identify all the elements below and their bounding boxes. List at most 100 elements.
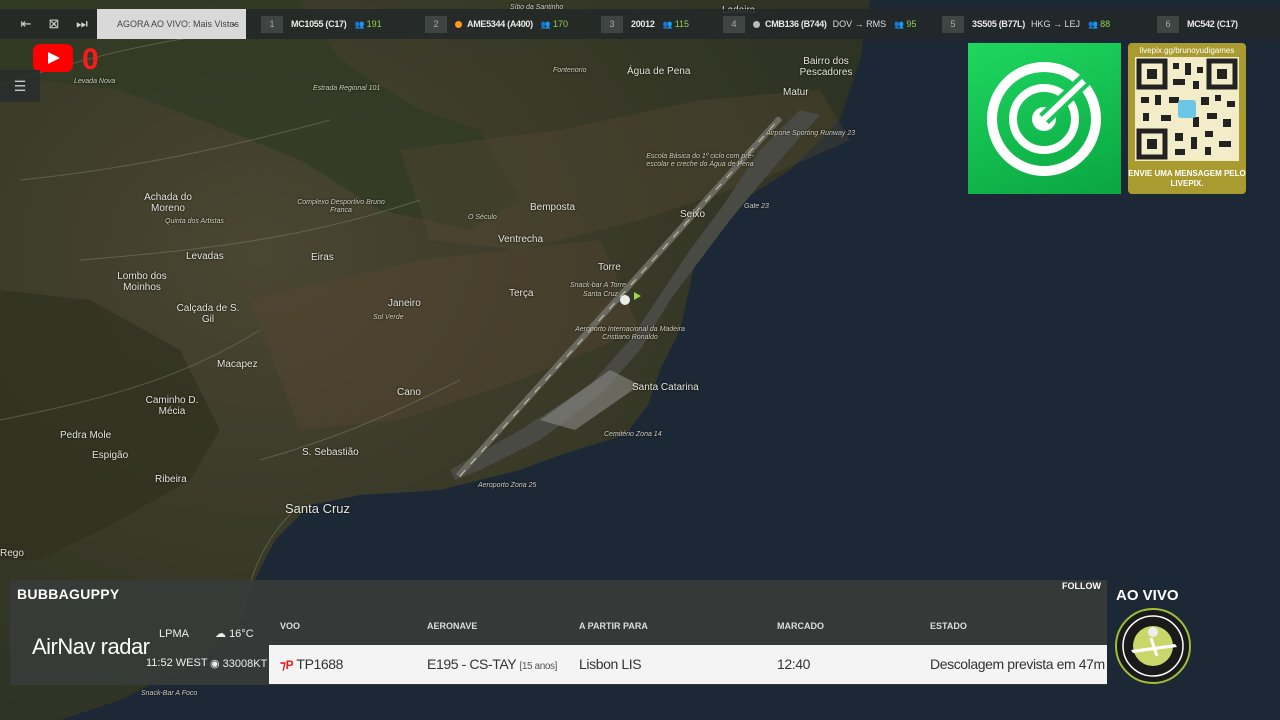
next-icon[interactable]: ⏭ — [68, 9, 96, 39]
map-place-label: Sol Verde — [373, 314, 404, 321]
channel-badge — [1115, 608, 1191, 684]
map-place-label: Complexo Desportivo Bruno Franca — [297, 199, 385, 214]
viewers-icon: 👥 — [354, 20, 367, 29]
map-place-label: Airpone Sporting Runway 23 — [766, 130, 856, 137]
header-flight: VOO — [280, 621, 301, 631]
map-place-label: Snack-bar A Torre — [570, 282, 627, 289]
flight-status: Descolagem prevista em 47m — [930, 656, 1105, 672]
youtube-viewer-count: 0 — [82, 43, 99, 76]
viewers-icon: 👥 — [662, 20, 675, 29]
livepix-url: livepix.gg/brunoyudigames — [1139, 46, 1235, 55]
flight-slot[interactable]: 1 MC1055 (C17) 👥 191 — [261, 14, 382, 34]
map-place-label: Terça — [509, 288, 534, 299]
live-select-label: AGORA AO VIVO: Mais Vistos — [117, 19, 239, 29]
slot-callsign: 20012 — [631, 19, 655, 29]
brand-sub: radar — [100, 634, 150, 659]
list-icon: ☰ — [13, 77, 27, 94]
live-select-dropdown[interactable]: AGORA AO VIVO: Mais Vistos ⌄ — [97, 9, 246, 39]
slot-viewer-count: 👥 191 — [354, 19, 381, 29]
map-place-label: Levadas — [186, 251, 224, 262]
temperature: 16°C — [229, 628, 254, 640]
map-place-label: S. Sebastião — [302, 447, 359, 458]
list-toggle-button[interactable]: ☰ — [0, 70, 40, 102]
destination: Lisbon LIS — [579, 656, 642, 672]
collapse-panel-icon[interactable]: ⇤ — [12, 9, 40, 39]
map-place-label: Aeroporto Internacional da Madeira Crist… — [575, 326, 685, 341]
map-place-label: Janeiro — [388, 298, 421, 309]
flight-slot[interactable]: 3 20012 👥 115 — [601, 14, 689, 34]
slot-number: 3 — [601, 15, 623, 33]
map-place-label: Santa Cruz — [285, 501, 351, 516]
slot-count-value: 88 — [1100, 19, 1111, 29]
flight-slot[interactable]: 6 MC542 (C17) — [1157, 14, 1238, 34]
map-place-label: Gate 23 — [744, 203, 769, 210]
slot-number: 4 — [723, 15, 745, 33]
aircraft-type: E195 - CS-TAY — [427, 656, 516, 672]
map-place-label: Aeroporto Zona 25 — [478, 482, 537, 489]
radar-logo — [968, 43, 1121, 194]
livepix-qr-panel: livepix.gg/brunoyudigames ENVIE UMA MENS… — [1128, 43, 1246, 194]
map-place-label: Estrada Regional 101 — [313, 85, 381, 92]
slot-count-value: 115 — [674, 19, 690, 29]
map-place-label: Torre — [598, 262, 621, 273]
follow-button[interactable]: FOLLOW — [1062, 581, 1101, 591]
chevron-down-icon: ⌄ — [229, 18, 238, 29]
aircraft-registration: BUBBAGUPPY — [17, 586, 120, 602]
airline-dot-icon — [455, 20, 462, 28]
wind-icon: ◉ — [210, 658, 220, 670]
slot-callsign: 3S505 (B77L) — [972, 19, 1025, 29]
slot-callsign: AME5344 (A400) — [467, 19, 533, 29]
map-place-label: Espigão — [92, 450, 129, 461]
map-place-label: Pedra Mole — [60, 430, 112, 441]
map-place-label: Escola Básica do 1º ciclo com pré-escola… — [646, 153, 754, 168]
header-scheduled: MARCADO — [777, 621, 824, 631]
radar-icon — [987, 62, 1101, 176]
tap-airline-icon: ⁊P — [280, 658, 294, 672]
map-place-label: Santa Catarina — [632, 382, 699, 393]
fullscreen-icon[interactable]: ⊠ — [40, 9, 68, 39]
map-place-label: Fontenorio — [553, 67, 587, 74]
flight-slot[interactable]: 2 AME5344 (A400) 👥 170 — [425, 14, 568, 34]
viewers-icon: 👥 — [1087, 20, 1101, 29]
weather-info: ☁ 16°C — [215, 627, 254, 640]
qr-code — [1135, 57, 1239, 161]
map-place-label: Água de Pena — [627, 66, 691, 77]
slot-viewer-count: 👥 115 — [663, 19, 690, 29]
slot-number: 5 — [942, 15, 964, 33]
flight-slot[interactable]: 4 CMB136 (B744) DOV → RMS 👥 95 — [723, 14, 916, 34]
flight-number: TP1688 — [296, 656, 344, 672]
aircraft-age: [15 anos] — [519, 661, 557, 672]
slot-viewer-count: 👥 88 — [1088, 19, 1110, 29]
aircraft-cell: E195 - CS-TAY [15 anos] — [427, 656, 557, 672]
header-status: ESTADO — [930, 621, 967, 631]
map-place-label: Cemitério Zona 14 — [604, 431, 662, 438]
map-place-label: Matur — [783, 87, 809, 98]
map-place-label: Bemposta — [530, 202, 576, 213]
map-place-label: Ribeira — [155, 474, 187, 485]
slot-viewer-count: 👥 170 — [541, 19, 568, 29]
map-place-label: Caminho D. Mécia — [145, 395, 199, 417]
slot-callsign: CMB136 (B744) — [765, 19, 827, 29]
slot-callsign: MC542 (C17) — [1187, 19, 1238, 29]
map-place-label: Ventrecha — [498, 234, 544, 245]
ao-vivo-label: AO VIVO — [1116, 587, 1179, 604]
brand-main: AirNav — [32, 634, 96, 659]
map-place-label: Cano — [397, 387, 421, 398]
viewers-icon: 👥 — [894, 20, 907, 29]
airline-dot-icon — [753, 20, 760, 28]
scheduled-time: 12:40 — [777, 656, 811, 672]
wind-value: 33008KT — [222, 658, 268, 670]
youtube-icon — [33, 44, 73, 72]
map-place-label: Snack-Bar A Foco — [141, 690, 198, 697]
flight-cell: ⁊P TP1688 — [280, 656, 343, 672]
flight-slot[interactable]: 5 3S505 (B77L) HKG → LEJ 👥 88 — [942, 14, 1110, 34]
viewers-icon: 👥 — [540, 20, 554, 29]
map-place-label: Calçada de S. Gil — [176, 303, 240, 325]
cloud-icon: ☁ — [215, 628, 226, 640]
map-place-label: Achada do Moreno — [144, 192, 192, 214]
slot-number: 6 — [1157, 15, 1179, 33]
slot-count-value: 95 — [906, 19, 917, 29]
slot-number: 2 — [425, 15, 447, 33]
map-place-label: Levada Nova — [74, 78, 116, 85]
airport-code: LPMA — [159, 628, 189, 640]
